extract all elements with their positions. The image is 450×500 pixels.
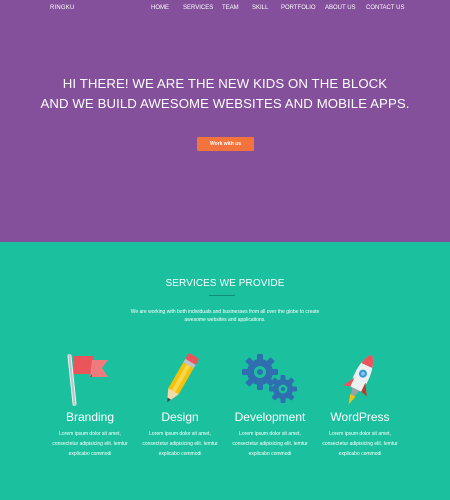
- main-nav: HOME SERVICES TEAM SKILL PORTFOLIO ABOUT…: [0, 5, 450, 15]
- service-title: WordPress: [330, 410, 390, 424]
- service-card-design: Design Lorem ipsum dolor sit amet, conse…: [132, 350, 228, 460]
- service-desc: Lorem ipsum dolor sit amet, consectetur …: [142, 431, 218, 457]
- service-title: Development: [234, 410, 306, 424]
- service-title: Design: [161, 410, 199, 424]
- service-desc: Lorem ipsum dolor sit amet, consectetur …: [52, 431, 128, 457]
- nav-item-services[interactable]: SERVICES: [183, 5, 213, 11]
- title-underline: [209, 295, 235, 296]
- nav-item-portfolio[interactable]: PORTFOLIO: [281, 5, 316, 11]
- nav-item-home[interactable]: HOME: [151, 5, 169, 11]
- nav-item-team[interactable]: TEAM: [222, 5, 239, 11]
- service-card-branding: Branding Lorem ipsum dolor sit amet, con…: [42, 350, 138, 460]
- nav-item-skill[interactable]: SKILL: [252, 5, 268, 11]
- gears-icon: [222, 350, 318, 410]
- service-card-development: Development Lorem ipsum dolor sit amet, …: [222, 350, 318, 460]
- flag-icon: [42, 350, 138, 410]
- work-with-us-button[interactable]: Work with us: [197, 137, 254, 151]
- service-desc: Lorem ipsum dolor sit amet, consectetur …: [232, 431, 308, 457]
- nav-item-contact-us[interactable]: CONTACT US: [366, 5, 404, 11]
- services-intro: We are working with both individuals and…: [130, 309, 320, 323]
- hero-headline-line-2: AND WE BUILD AWESOME WEBSITES AND MOBILE…: [40, 96, 410, 111]
- services-title: SERVICES WE PROVIDE: [165, 278, 285, 289]
- hero-section: RINGKU HOME SERVICES TEAM SKILL PORTFOLI…: [0, 0, 450, 242]
- services-section: SERVICES WE PROVIDE We are working with …: [0, 242, 450, 500]
- hero-headline-line-1: HI THERE! WE ARE THE NEW KIDS ON THE BLO…: [62, 76, 388, 91]
- service-card-wordpress: WordPress Lorem ipsum dolor sit amet, co…: [312, 350, 408, 460]
- rocket-icon: [312, 350, 408, 410]
- service-title: Branding: [65, 410, 115, 424]
- service-desc: Lorem ipsum dolor sit amet, consectetur …: [322, 431, 398, 457]
- pencil-icon: [132, 350, 228, 410]
- nav-item-about-us[interactable]: ABOUT US: [325, 5, 356, 11]
